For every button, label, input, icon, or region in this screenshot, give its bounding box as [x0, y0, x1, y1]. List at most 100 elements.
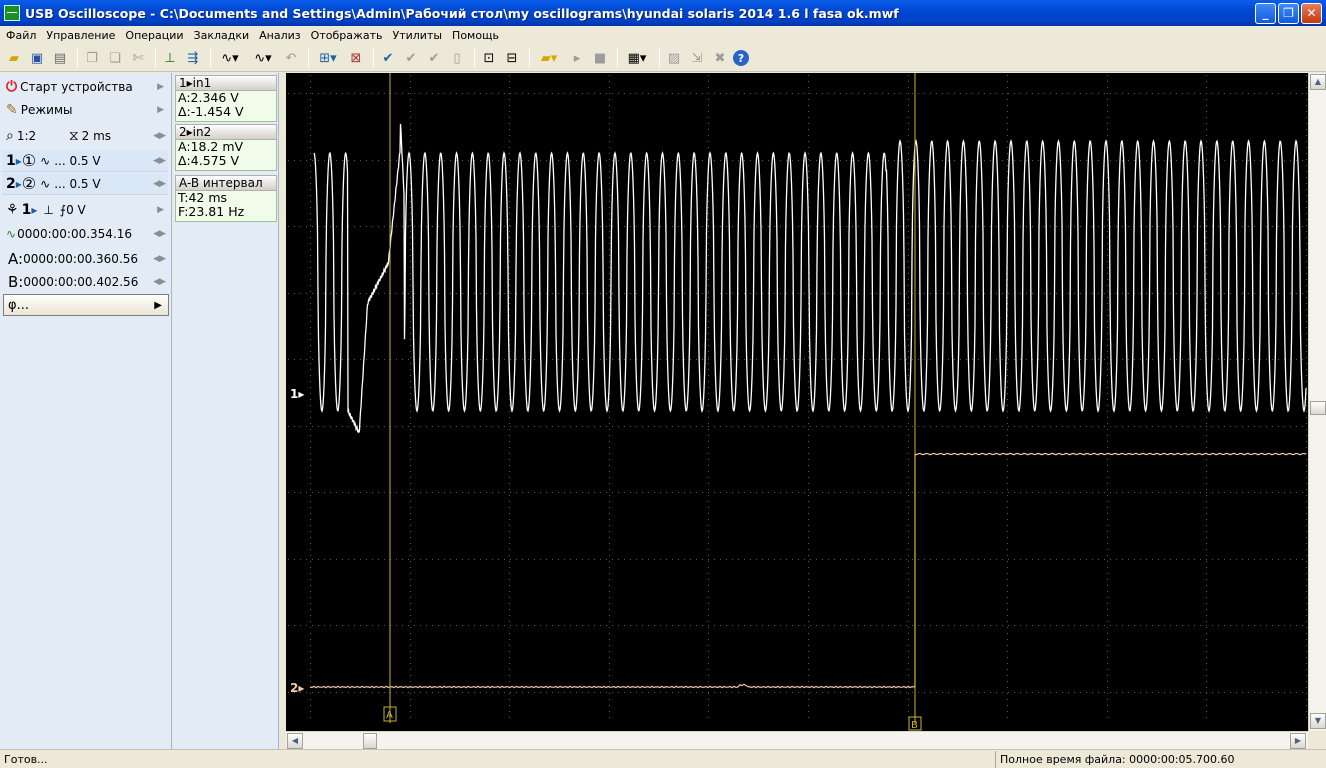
- help-icon[interactable]: ?: [733, 50, 749, 66]
- menu-help[interactable]: Помощь: [448, 26, 505, 45]
- menu-analysis[interactable]: Анализ: [255, 26, 307, 45]
- ab-interval-header[interactable]: A-B интервал: [175, 175, 277, 191]
- grid-dot: [708, 213, 709, 214]
- grid-dot: [312, 559, 313, 560]
- vertical-scroll-thumb[interactable]: [1310, 401, 1326, 415]
- phase-button[interactable]: φ... ▶: [3, 294, 169, 316]
- grid-dot: [1007, 567, 1008, 568]
- grid-dot: [509, 219, 510, 220]
- channel1-marker[interactable]: 1▸: [290, 387, 304, 401]
- zoom-timebase-row[interactable]: ⌕ 1:2 ⧖ 2 ms ◀▶: [2, 125, 168, 147]
- table-dropdown-icon[interactable]: ▦▾: [622, 48, 652, 68]
- grid-dot: [609, 321, 610, 322]
- grid-dot: [1170, 692, 1171, 693]
- chart-icon[interactable]: ▨: [664, 48, 684, 68]
- export-icon[interactable]: ⇲: [687, 48, 707, 68]
- check-icon[interactable]: ✔: [378, 48, 398, 68]
- menu-operations[interactable]: Операции: [121, 26, 189, 45]
- grid-dot: [540, 625, 541, 626]
- stop-icon[interactable]: ■: [590, 48, 610, 68]
- menu-bookmarks[interactable]: Закладки: [190, 26, 256, 45]
- grid-dot: [420, 426, 421, 427]
- cursor-a-adjust-icon[interactable]: ◀▶: [153, 254, 166, 264]
- channel2-measure-header[interactable]: 2▸in2: [175, 124, 277, 140]
- grid-dot: [1026, 559, 1027, 560]
- zoom-region-icon[interactable]: ⊟: [502, 48, 522, 68]
- cursor-a-row[interactable]: A: 0000:00:00.360.56 ◀▶: [2, 248, 168, 270]
- scroll-down-icon[interactable]: ▼: [1310, 713, 1326, 729]
- library-dropdown-icon[interactable]: ▰▾: [534, 48, 564, 68]
- grid-dot: [908, 297, 909, 298]
- oscilloscope-display[interactable]: A B 1▸ 2▸: [286, 73, 1308, 731]
- menu-view[interactable]: Отображать: [307, 26, 389, 45]
- scroll-left-icon[interactable]: ◀: [287, 733, 303, 749]
- channel1-coupling-icon: ∿: [40, 153, 51, 168]
- timebase-adjust-icon[interactable]: ◀▶: [153, 131, 166, 141]
- grid-dot: [609, 693, 610, 694]
- modes-row[interactable]: ✎ Режимы ▶: [2, 99, 168, 121]
- grid-dot: [1206, 549, 1207, 550]
- menu-file[interactable]: Файл: [2, 26, 42, 45]
- grid-dot: [808, 609, 809, 610]
- grid-dot: [726, 559, 727, 560]
- grid-dot: [306, 559, 307, 560]
- check-down-icon[interactable]: ✔: [401, 48, 421, 68]
- channel2-scale-adjust-icon[interactable]: ◀▶: [153, 179, 166, 189]
- scroll-right-icon[interactable]: ▶: [1290, 733, 1306, 749]
- horizontal-scroll-thumb[interactable]: [363, 733, 377, 749]
- trigger-row[interactable]: ⚘ 1 ▸ ⊥ ⨍ 0 V ▶: [2, 199, 168, 221]
- grid-dot: [990, 692, 991, 693]
- channel2-wave-dropdown-icon[interactable]: ∿▾: [248, 48, 278, 68]
- copy-icon[interactable]: ❐: [82, 48, 102, 68]
- cursor-b-row[interactable]: B: 0000:00:00.402.56 ◀▶: [2, 271, 168, 293]
- grid-dot: [696, 293, 697, 294]
- maximize-button[interactable]: ❐: [1278, 2, 1299, 24]
- measure-dropdown-icon[interactable]: ⊞▾: [313, 48, 343, 68]
- time-position-adjust-icon[interactable]: ◀▶: [153, 229, 166, 239]
- channel1-measure-header[interactable]: 1▸in1: [175, 75, 277, 91]
- channel1-row[interactable]: 1 ▸ ① ∿ ... 0.5 V ◀▶: [2, 150, 168, 172]
- document-icon[interactable]: ▯: [447, 48, 467, 68]
- grid-dot: [1206, 591, 1207, 592]
- grid-dot: [360, 625, 361, 626]
- vertical-scrollbar[interactable]: ▲ ▼: [1308, 73, 1326, 731]
- grid-dot: [318, 160, 319, 161]
- grid-dot: [858, 93, 859, 94]
- grid-dot: [509, 261, 510, 262]
- channel1-scale-adjust-icon[interactable]: ◀▶: [153, 156, 166, 166]
- channel2-marker[interactable]: 2▸: [290, 681, 304, 695]
- grid-dot: [594, 226, 595, 227]
- paste-icon[interactable]: ❏: [105, 48, 125, 68]
- print-icon[interactable]: ▤: [50, 48, 70, 68]
- channel2-row[interactable]: 2 ▸ ② ∿ ... 0.5 V ◀▶: [2, 173, 168, 195]
- grid-dot: [714, 160, 715, 161]
- clear-measure-icon[interactable]: ⊠: [346, 48, 366, 68]
- check-all-icon[interactable]: ✔: [424, 48, 444, 68]
- minimize-button[interactable]: _: [1255, 2, 1276, 24]
- menu-control[interactable]: Управление: [42, 26, 121, 45]
- grid-dot: [954, 359, 955, 360]
- play-icon[interactable]: ▸: [567, 48, 587, 68]
- channel1-wave-dropdown-icon[interactable]: ∿▾: [215, 48, 245, 68]
- open-folder-icon[interactable]: ▰: [4, 48, 24, 68]
- trigger-icon[interactable]: ⊥: [160, 48, 180, 68]
- time-position-row[interactable]: ∿ 0000:00:00.354.16 ◀▶: [2, 223, 168, 245]
- scroll-up-icon[interactable]: ▲: [1310, 74, 1326, 90]
- close-button[interactable]: ✕: [1301, 2, 1322, 24]
- record-icon[interactable]: ⇶: [183, 48, 203, 68]
- cut-icon[interactable]: ✄: [128, 48, 148, 68]
- undo-icon[interactable]: ↶: [281, 48, 301, 68]
- grid-dot: [1306, 675, 1307, 676]
- menu-utilities[interactable]: Утилиты: [389, 26, 449, 45]
- delete-icon[interactable]: ✖: [710, 48, 730, 68]
- horizontal-scrollbar[interactable]: ◀ ▶: [286, 731, 1308, 749]
- grid-dot: [516, 359, 517, 360]
- grid-dot: [726, 226, 727, 227]
- grid-dot: [1098, 160, 1099, 161]
- grid-dot: [972, 93, 973, 94]
- start-device-row[interactable]: ⏻ Старт устройства ▶: [2, 76, 168, 98]
- cursor-b-adjust-icon[interactable]: ◀▶: [153, 277, 166, 287]
- grid-dot: [318, 426, 319, 427]
- save-icon[interactable]: ▣: [27, 48, 47, 68]
- zoom-fit-icon[interactable]: ⊡: [479, 48, 499, 68]
